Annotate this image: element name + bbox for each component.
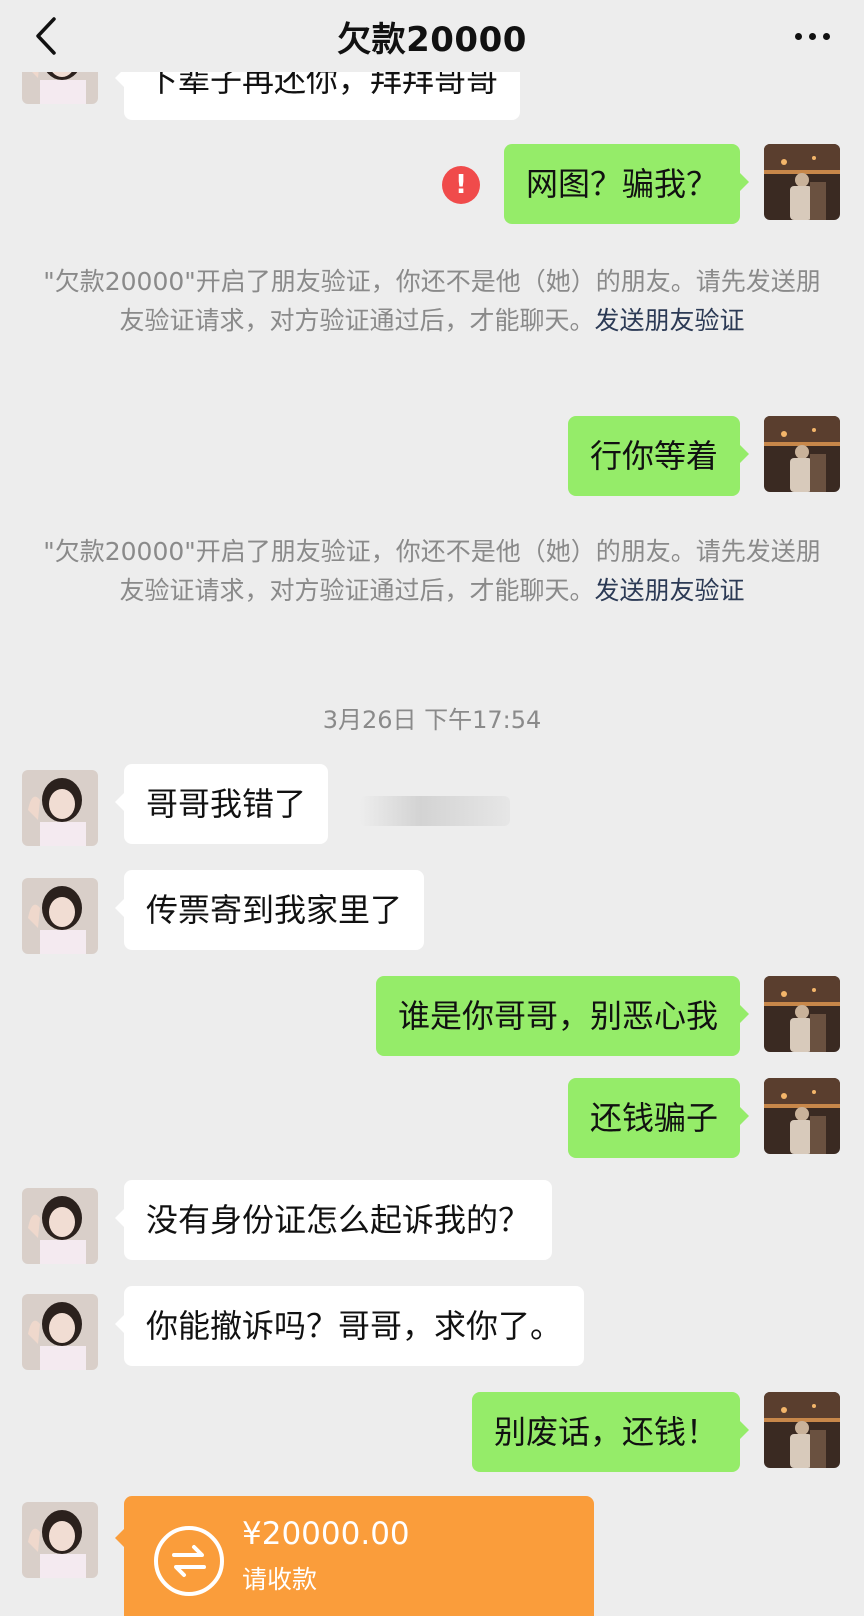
send-verification-link[interactable]: 发送朋友验证 (595, 306, 745, 335)
message-bubble-outgoing[interactable]: 还钱骗子 (567, 1078, 750, 1158)
transfer-card[interactable]: ¥20000.00 请收款 (115, 1496, 594, 1616)
transfer-amount: ¥20000.00 (242, 1516, 410, 1552)
contact-avatar[interactable] (22, 1188, 98, 1264)
back-button[interactable] (26, 14, 66, 58)
chevron-left-icon (36, 17, 56, 55)
user-avatar[interactable] (764, 416, 840, 492)
message-bubble-incoming[interactable]: 没有身份证怎么起诉我的？ (114, 1180, 553, 1260)
message-bubble-incoming[interactable]: 你能撤诉吗？哥哥，求你了。 (114, 1286, 585, 1366)
contact-avatar[interactable] (22, 770, 98, 846)
friend-verification-notice: "欠款20000"开启了朋友验证，你还不是他（她）的朋友。请先发送朋友验证请求，… (40, 532, 824, 610)
user-avatar[interactable] (764, 976, 840, 1052)
more-dot (808, 32, 816, 40)
contact-avatar[interactable] (22, 878, 98, 954)
more-dots-icon (794, 32, 802, 40)
send-failed-icon[interactable]: ! (442, 166, 480, 204)
contact-avatar[interactable] (22, 1502, 98, 1578)
message-bubble-incoming[interactable]: 传票寄到我家里了 (114, 870, 425, 950)
user-avatar[interactable] (764, 1392, 840, 1468)
blurred-watermark (360, 796, 510, 826)
message-bubble-incoming[interactable]: 哥哥我错了 (114, 764, 329, 844)
message-bubble-outgoing[interactable]: 谁是你哥哥，别恶心我 (375, 976, 750, 1056)
user-avatar[interactable] (764, 1078, 840, 1154)
friend-verification-notice: "欠款20000"开启了朋友验证，你还不是他（她）的朋友。请先发送朋友验证请求，… (40, 262, 824, 340)
transfer-label: 请收款 (242, 1565, 318, 1594)
chat-header: 欠款20000 (0, 0, 864, 72)
send-verification-link[interactable]: 发送朋友验证 (595, 576, 745, 605)
transfer-arrows-icon (154, 1526, 224, 1596)
contact-avatar[interactable] (22, 1294, 98, 1370)
message-timestamp: 3月26日 下午17:54 (322, 706, 542, 734)
message-bubble-outgoing[interactable]: 网图？骗我？ (503, 144, 750, 224)
message-bubble-outgoing[interactable]: 别废话，还钱！ (471, 1392, 750, 1472)
user-avatar[interactable] (764, 144, 840, 220)
message-bubble-outgoing[interactable]: 行你等着 (567, 416, 750, 496)
more-options-button[interactable] (782, 18, 842, 54)
more-dot (822, 32, 830, 40)
chat-title: 欠款20000 (337, 19, 527, 60)
chat-area: 下辈子再还你，拜拜哥哥 ! 网图？骗我？ "欠款20000"开启了朋友验证，你还… (0, 0, 864, 1616)
